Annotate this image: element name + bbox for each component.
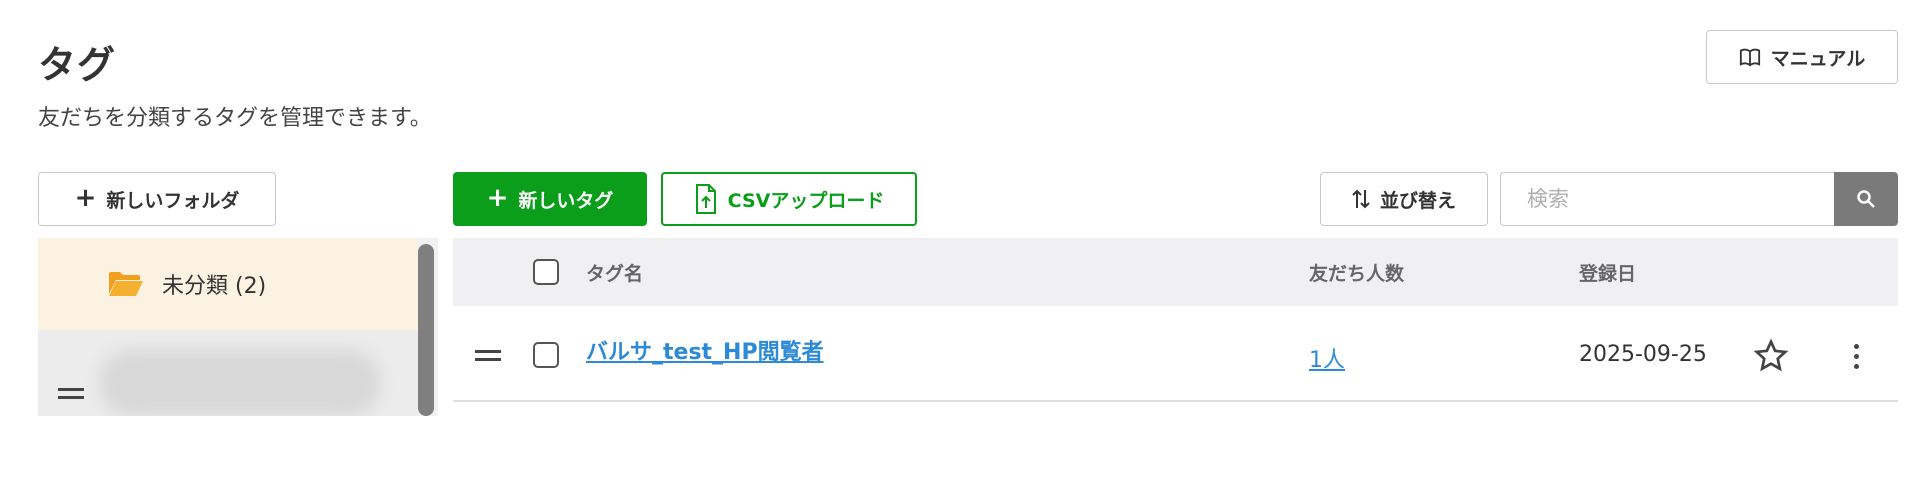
search-button[interactable] — [1834, 172, 1898, 226]
select-all-checkbox[interactable] — [533, 259, 559, 285]
new-tag-label: 新しいタグ — [518, 189, 614, 212]
column-header-registered-date[interactable]: 登録日 — [1579, 238, 1636, 306]
more-vertical-icon[interactable] — [1846, 338, 1866, 374]
star-outline-icon[interactable] — [1753, 338, 1789, 374]
plus-icon: + — [486, 183, 509, 213]
column-header-friend-count[interactable]: 友だち人数 — [1309, 238, 1404, 306]
page-description: 友だちを分類するタグを管理できます。 — [38, 106, 432, 131]
blurred-folder-name — [100, 350, 380, 416]
manual-button-label: マニュアル — [1770, 47, 1866, 70]
folder-open-icon — [109, 272, 143, 296]
search-box — [1500, 172, 1898, 226]
page-title: タグ — [38, 43, 117, 87]
row-checkbox[interactable] — [533, 342, 559, 368]
folder-item-uncategorized[interactable]: 未分類 (2) — [38, 238, 418, 330]
new-folder-button[interactable]: + 新しいフォルダ — [38, 172, 276, 226]
file-upload-icon — [695, 184, 716, 214]
search-icon — [1857, 190, 1875, 208]
folder-list: 未分類 (2) — [38, 238, 438, 416]
book-icon — [1739, 48, 1760, 67]
column-header-tag-name[interactable]: タグ名 — [586, 238, 643, 306]
friend-count-link[interactable]: 1人 — [1309, 342, 1345, 374]
folder-item-label: 未分類 (2) — [162, 274, 267, 299]
table-row: バルサ_test_HP閲覧者 1人 2025-09-25 — [453, 306, 1898, 402]
drag-handle-icon[interactable] — [58, 388, 84, 404]
new-tag-button[interactable]: + 新しいタグ — [453, 172, 647, 226]
folder-scrollbar[interactable] — [418, 244, 434, 416]
sort-label: 並び替え — [1379, 189, 1456, 212]
plus-icon: + — [74, 183, 97, 213]
sort-button[interactable]: 並び替え — [1320, 172, 1488, 226]
new-folder-label: 新しいフォルダ — [106, 189, 240, 212]
search-input[interactable] — [1500, 172, 1834, 226]
csv-upload-button[interactable]: CSVアップロード — [661, 172, 917, 226]
csv-upload-label: CSVアップロード — [727, 189, 885, 212]
drag-handle-icon[interactable] — [475, 350, 501, 366]
tag-name-link[interactable]: バルサ_test_HP閲覧者 — [586, 334, 824, 366]
table-header: タグ名 友だち人数 登録日 — [453, 238, 1898, 306]
registered-date: 2025-09-25 — [1579, 342, 1707, 367]
manual-button[interactable]: マニュアル — [1706, 30, 1898, 84]
sort-arrows-icon — [1352, 189, 1370, 209]
